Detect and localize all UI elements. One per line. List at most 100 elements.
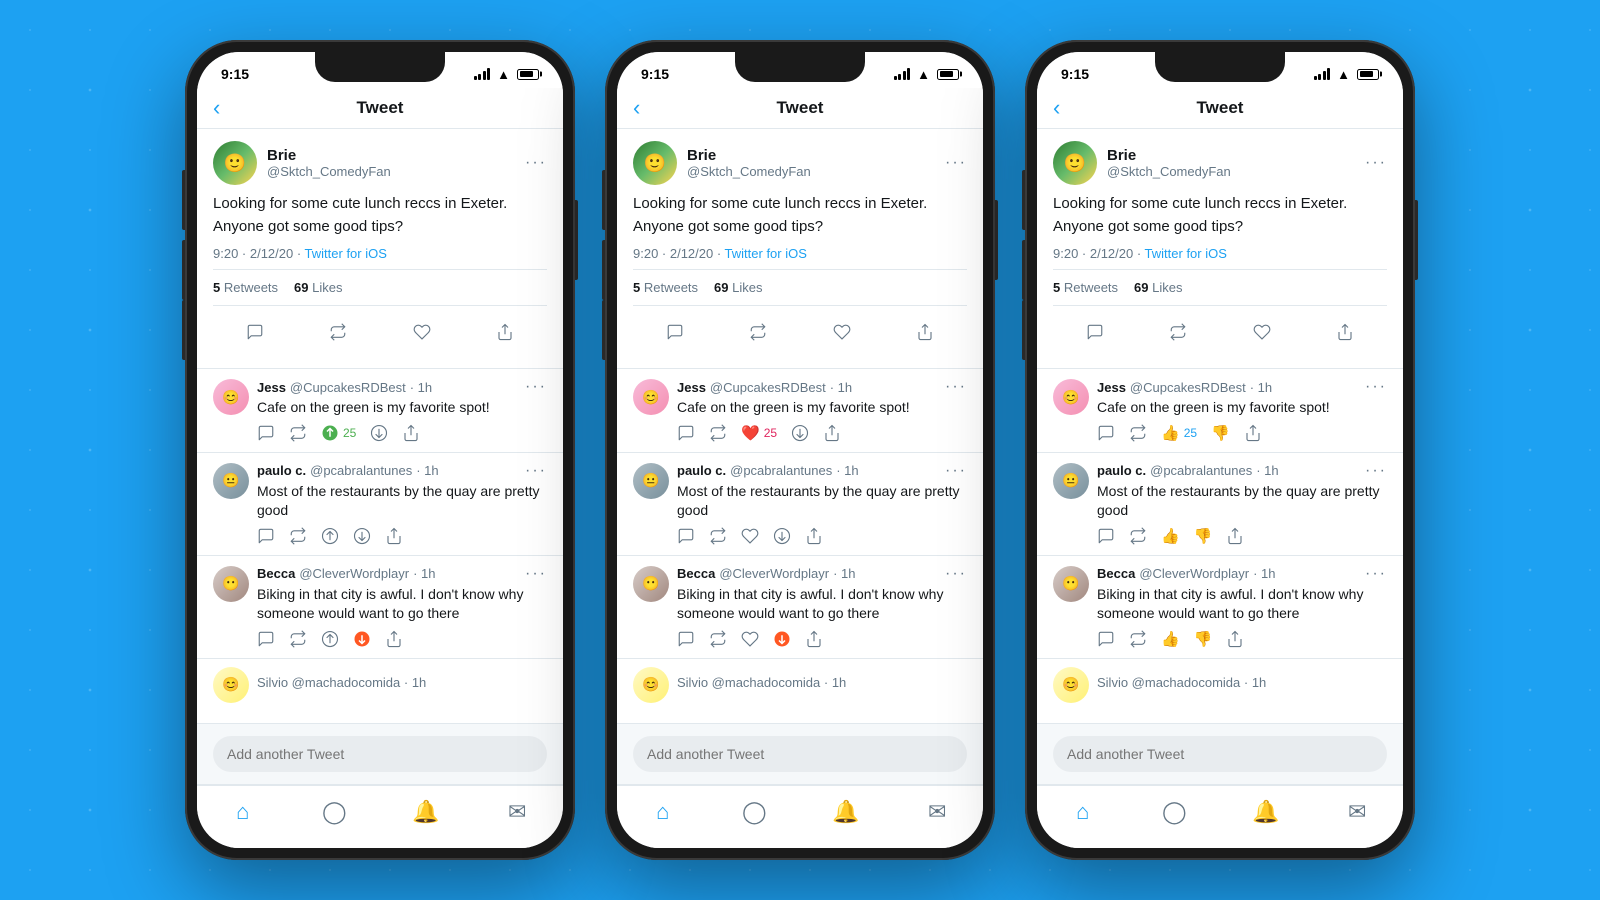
share-action-1[interactable] (489, 316, 521, 348)
add-tweet-input-3[interactable] (1053, 736, 1387, 772)
becca-share-3[interactable] (1226, 630, 1244, 648)
twitter-ios-link-3[interactable]: Twitter for iOS (1145, 246, 1227, 261)
becca-comment-2[interactable] (677, 630, 695, 648)
more-button-1[interactable]: ··· (525, 155, 547, 171)
jess-heart-2[interactable]: ❤️ 25 (741, 424, 777, 442)
paulo-retweet-2[interactable] (709, 527, 727, 545)
jess-retweet-3[interactable] (1129, 424, 1147, 442)
paulo-comment-2[interactable] (677, 527, 695, 545)
paulo-more-1[interactable]: ··· (525, 463, 547, 479)
becca-upvote-1[interactable] (321, 630, 339, 648)
paulo-downvote-1[interactable] (353, 527, 371, 545)
share-action-3[interactable] (1329, 316, 1361, 348)
retweet-action-1[interactable] (322, 316, 354, 348)
paulo-share-2[interactable] (805, 527, 823, 545)
tab-mail-2[interactable]: ✉ (915, 796, 959, 828)
tweet-actions-1 (213, 308, 547, 356)
jess-share-2[interactable] (823, 424, 841, 442)
becca-retweet-3[interactable] (1129, 630, 1147, 648)
becca-thumbsup-3[interactable]: 👍 (1161, 630, 1180, 648)
back-button-1[interactable]: ‹ (213, 95, 220, 121)
jess-thumbsup-3[interactable]: 👍 25 (1161, 424, 1197, 442)
paulo-upvote-1[interactable] (321, 527, 339, 545)
becca-share-1[interactable] (385, 630, 403, 648)
twitter-ios-link-1[interactable]: Twitter for iOS (305, 246, 387, 261)
becca-retweet-1[interactable] (289, 630, 307, 648)
tab-home-2[interactable]: ⌂ (641, 796, 685, 828)
like-action-2[interactable] (826, 316, 858, 348)
add-tweet-input-1[interactable] (213, 736, 547, 772)
paulo-like-2[interactable] (741, 527, 759, 545)
tab-mail-3[interactable]: ✉ (1335, 796, 1379, 828)
jess-share-3[interactable] (1244, 424, 1262, 442)
paulo-share-1[interactable] (385, 527, 403, 545)
reply-header-jess-2: Jess @CupcakesRDBest · 1h ··· (677, 379, 967, 395)
twitter-ios-link-2[interactable]: Twitter for iOS (725, 246, 807, 261)
jess-thumbsdown-3[interactable]: 👎 (1211, 424, 1230, 442)
becca-downvote-orange-2[interactable] (773, 630, 791, 648)
becca-more-2[interactable]: ··· (945, 566, 967, 582)
becca-like-2[interactable] (741, 630, 759, 648)
phone-screen-3: 9:15 ▲ ‹ Tweet 🙂 Brie @ (1037, 52, 1403, 848)
jess-comment-3[interactable] (1097, 424, 1115, 442)
jess-more-3[interactable]: ··· (1365, 379, 1387, 395)
like-action-3[interactable] (1246, 316, 1278, 348)
comment-action-2[interactable] (659, 316, 691, 348)
tab-search-1[interactable]: ◯ (312, 796, 356, 828)
like-action-1[interactable] (406, 316, 438, 348)
back-button-2[interactable]: ‹ (633, 95, 640, 121)
comment-action-3[interactable] (1079, 316, 1111, 348)
jess-upvote-1[interactable]: 25 (321, 424, 356, 442)
status-icons-3: ▲ (1314, 67, 1379, 82)
jess-downvote-1[interactable] (370, 424, 388, 442)
jess-comment-1[interactable] (257, 424, 275, 442)
more-button-3[interactable]: ··· (1365, 155, 1387, 171)
retweet-action-2[interactable] (742, 316, 774, 348)
add-tweet-1[interactable] (197, 723, 563, 785)
paulo-comment-3[interactable] (1097, 527, 1115, 545)
paulo-thumbsdown-3[interactable]: 👎 (1194, 527, 1213, 545)
paulo-more-3[interactable]: ··· (1365, 463, 1387, 479)
tab-search-2[interactable]: ◯ (732, 796, 776, 828)
tab-notifications-3[interactable]: 🔔 (1244, 796, 1288, 828)
avatar-jess-1: 😊 (213, 379, 249, 415)
paulo-thumbsup-3[interactable]: 👍 (1161, 527, 1180, 545)
jess-downvote-2[interactable] (791, 424, 809, 442)
more-button-2[interactable]: ··· (945, 155, 967, 171)
becca-thumbsdown-red-3[interactable]: 👎 (1194, 630, 1213, 648)
back-button-3[interactable]: ‹ (1053, 95, 1060, 121)
tab-home-3[interactable]: ⌂ (1061, 796, 1105, 828)
tab-notifications-2[interactable]: 🔔 (824, 796, 868, 828)
jess-share-1[interactable] (402, 424, 420, 442)
share-action-2[interactable] (909, 316, 941, 348)
comment-action-1[interactable] (239, 316, 271, 348)
paulo-name-3: paulo c. (1097, 463, 1146, 478)
paulo-comment-1[interactable] (257, 527, 275, 545)
add-tweet-2[interactable] (617, 723, 983, 785)
add-tweet-3[interactable] (1037, 723, 1403, 785)
jess-comment-2[interactable] (677, 424, 695, 442)
tab-home-1[interactable]: ⌂ (221, 796, 265, 828)
avatar-becca-3: 😶 (1053, 566, 1089, 602)
paulo-retweet-1[interactable] (289, 527, 307, 545)
tab-search-3[interactable]: ◯ (1152, 796, 1196, 828)
becca-more-3[interactable]: ··· (1365, 566, 1387, 582)
becca-share-2[interactable] (805, 630, 823, 648)
paulo-downvote-2[interactable] (773, 527, 791, 545)
becca-more-1[interactable]: ··· (525, 566, 547, 582)
becca-comment-3[interactable] (1097, 630, 1115, 648)
jess-retweet-2[interactable] (709, 424, 727, 442)
tab-notifications-1[interactable]: 🔔 (404, 796, 448, 828)
jess-more-1[interactable]: ··· (525, 379, 547, 395)
becca-comment-1[interactable] (257, 630, 275, 648)
tab-mail-1[interactable]: ✉ (495, 796, 539, 828)
jess-retweet-1[interactable] (289, 424, 307, 442)
paulo-retweet-3[interactable] (1129, 527, 1147, 545)
add-tweet-input-2[interactable] (633, 736, 967, 772)
becca-retweet-2[interactable] (709, 630, 727, 648)
retweet-action-3[interactable] (1162, 316, 1194, 348)
jess-more-2[interactable]: ··· (945, 379, 967, 395)
paulo-share-3[interactable] (1226, 527, 1244, 545)
becca-downvote-1[interactable] (353, 630, 371, 648)
paulo-more-2[interactable]: ··· (945, 463, 967, 479)
